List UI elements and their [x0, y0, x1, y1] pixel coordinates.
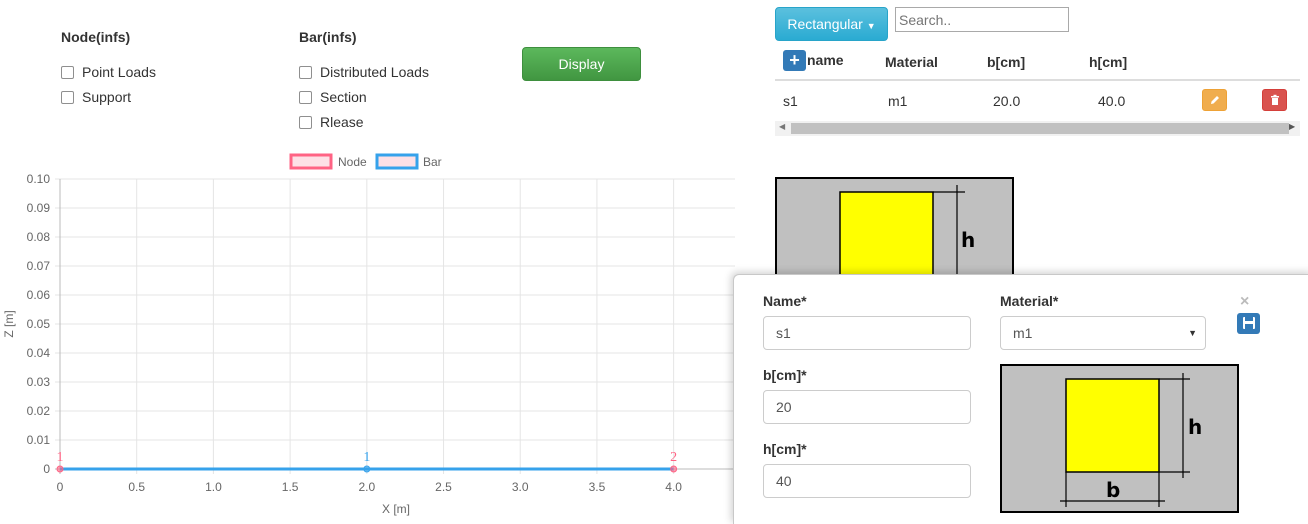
edit-section-panel: Name* s1 Material* m1 ▼ × b[cm]* 20 h[cm…: [733, 274, 1308, 524]
cell-b: 20.0: [993, 93, 1021, 109]
search-input[interactable]: [895, 7, 1069, 32]
chart-legend: Node Bar: [289, 153, 442, 170]
x-tick-label: 3.0: [512, 480, 529, 494]
y-axis: 0 0.01 0.02 0.03 0.04 0.05 0.06 0.07 0.08 0.09 0.1…: [27, 172, 51, 476]
chart-marks: 1 2 1: [56, 450, 678, 473]
y-tick-label: 0.05: [27, 317, 51, 331]
point-loads-label: Point Loads: [82, 64, 156, 80]
delete-button[interactable]: [1262, 89, 1287, 111]
checkbox-box[interactable]: [61, 65, 74, 79]
legend-node-swatch: [289, 153, 333, 170]
h-input[interactable]: 40: [763, 464, 971, 498]
b-label: b[cm]*: [763, 367, 807, 383]
support-checkbox[interactable]: Support: [61, 89, 131, 105]
x-axis: 00.51.01.52.02.53.03.54.04: [57, 480, 683, 494]
close-icon[interactable]: ×: [1240, 293, 1249, 311]
bar-filter-title: Bar(infs): [299, 29, 357, 45]
x-tick-label: 0: [57, 480, 64, 494]
y-axis-title: Z [m]: [2, 310, 16, 337]
point-loads-checkbox[interactable]: Point Loads: [61, 64, 156, 80]
legend-node-label: Node: [338, 155, 367, 169]
section-label: Section: [320, 89, 367, 105]
x-axis-title: X [m]: [382, 502, 410, 516]
cell-h: 40.0: [1098, 93, 1126, 109]
floppy-disk-icon: [1242, 317, 1255, 329]
section-type-dropdown[interactable]: Rectangular ▼: [775, 7, 888, 41]
header-divider: [775, 79, 1300, 81]
bar-point: [363, 465, 371, 473]
release-checkbox[interactable]: Rlease: [299, 114, 364, 130]
y-tick-label: 0.02: [27, 404, 51, 418]
y-tick-label: 0.10: [27, 172, 51, 186]
h-label: h[cm]*: [763, 441, 807, 457]
node-point-label: 2: [670, 450, 677, 465]
x-tick-label: 1.5: [282, 480, 299, 494]
scroll-thumb[interactable]: [791, 123, 1289, 134]
save-button[interactable]: [1237, 313, 1260, 334]
bar-point-label: 1: [363, 450, 370, 465]
x-tick-label: 2.0: [358, 480, 375, 494]
col-header-b[interactable]: b[cm]: [987, 54, 1025, 70]
material-select[interactable]: m1 ▼: [1000, 316, 1206, 350]
y-tick-label: 0.07: [27, 259, 51, 273]
select-caret-icon: ▼: [1188, 328, 1197, 338]
y-tick-label: 0.03: [27, 375, 51, 389]
legend-bar-swatch: [375, 153, 419, 170]
material-selected-value: m1: [1013, 325, 1033, 341]
y-tick-label: 0: [43, 462, 50, 476]
x-tick-label: 1.0: [205, 480, 222, 494]
trash-icon: [1270, 94, 1279, 105]
y-tick-label: 0.06: [27, 288, 51, 302]
display-button[interactable]: Display: [522, 47, 641, 81]
col-header-name[interactable]: name: [807, 52, 844, 68]
caret-down-icon: ▼: [866, 21, 876, 31]
x-tick-label: 3.5: [589, 480, 606, 494]
y-tick-label: 0.08: [27, 230, 51, 244]
distributed-loads-label: Distributed Loads: [320, 64, 429, 80]
scroll-left-icon[interactable]: ◀: [779, 122, 785, 131]
col-header-material[interactable]: Material: [885, 54, 938, 70]
add-section-button[interactable]: +: [783, 50, 806, 71]
structure-chart: Node Bar 0 0.01 0.02 0.03 0.04 0.05 0.06 0.07 0.…: [2, 153, 735, 516]
material-label: Material*: [1000, 293, 1059, 309]
checkbox-box[interactable]: [299, 65, 312, 79]
section-type-label: Rectangular: [787, 16, 863, 32]
x-tick-label: 4.0: [665, 480, 682, 494]
chart-grid: [55, 178, 735, 474]
edit-button[interactable]: [1202, 89, 1227, 111]
name-input[interactable]: s1: [763, 316, 971, 350]
h-dimension-label: h: [1188, 415, 1202, 439]
node-point: [56, 465, 64, 473]
node-point: [670, 465, 678, 473]
legend-bar-label: Bar: [423, 155, 442, 169]
x-tick-label: 2.5: [435, 480, 452, 494]
scroll-right-icon[interactable]: ▶: [1289, 122, 1295, 131]
release-label: Rlease: [320, 114, 364, 130]
distributed-loads-checkbox[interactable]: Distributed Loads: [299, 64, 429, 80]
pencil-icon: [1210, 96, 1219, 104]
support-label: Support: [82, 89, 132, 105]
checkbox-box[interactable]: [299, 115, 312, 129]
col-header-h[interactable]: h[cm]: [1089, 54, 1127, 70]
y-tick-label: 0.01: [27, 433, 51, 447]
table-horizontal-scrollbar[interactable]: ◀ ▶: [775, 121, 1300, 136]
checkbox-box[interactable]: [299, 90, 312, 104]
y-tick-label: 0.04: [27, 346, 51, 360]
cell-name: s1: [783, 93, 798, 109]
cell-material: m1: [888, 93, 908, 109]
b-input[interactable]: 20: [763, 390, 971, 424]
section-shape: [1065, 378, 1160, 473]
node-point-label: 1: [57, 450, 64, 465]
b-dimension-label: b: [1106, 478, 1120, 502]
x-tick-label: 0.5: [128, 480, 145, 494]
plus-icon: +: [789, 50, 800, 70]
name-label: Name*: [763, 293, 807, 309]
edit-section-preview-image: h b: [1000, 364, 1239, 513]
section-checkbox[interactable]: Section: [299, 89, 367, 105]
h-dimension-label: h: [961, 228, 975, 252]
node-filter-title: Node(infs): [61, 29, 131, 45]
checkbox-box[interactable]: [61, 90, 74, 104]
y-tick-label: 0.09: [27, 201, 51, 215]
